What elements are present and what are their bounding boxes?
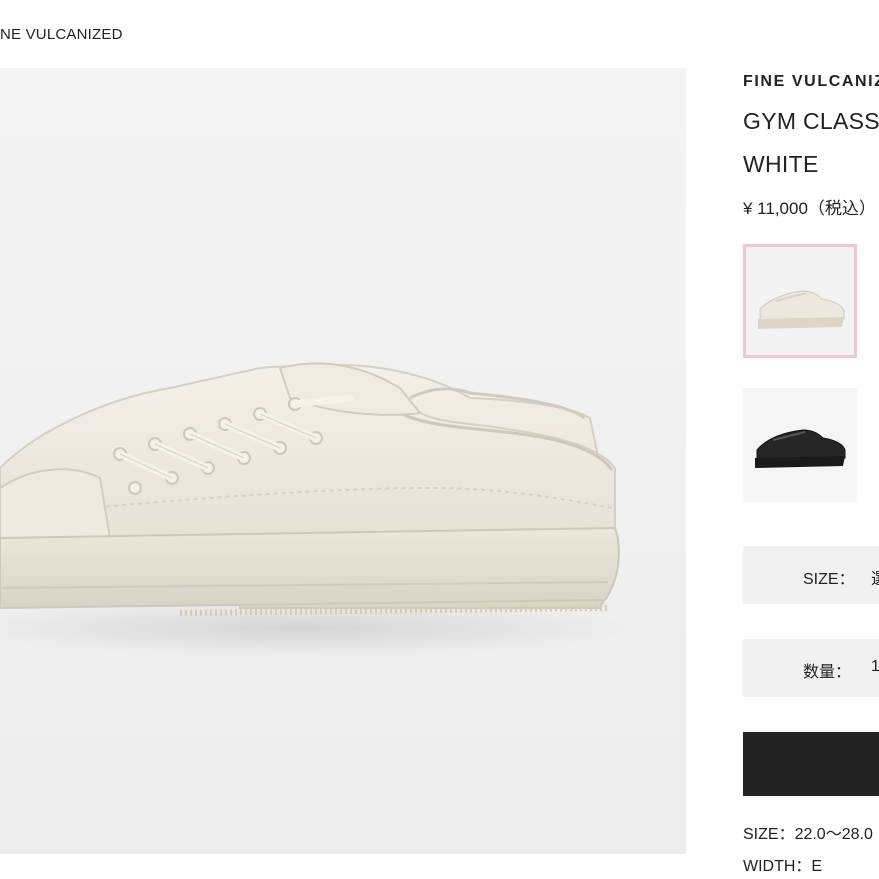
size-select[interactable]: SIZE： 選 — [743, 546, 879, 604]
width-spec: WIDTH：E — [743, 858, 823, 875]
product-color: WHITE — [743, 151, 819, 177]
sneaker-photo — [0, 362, 640, 656]
breadcrumb[interactable]: NE VULCANIZED — [0, 26, 123, 46]
add-to-cart-button[interactable] — [743, 732, 879, 796]
thumbnail-black[interactable] — [743, 388, 857, 502]
product-name: GYM CLASSIC — [743, 108, 879, 134]
product-info-panel: FINE VULCANIZ GYM CLASSIC WHITE ¥ 11,000… — [743, 0, 879, 879]
product-main-image[interactable] — [0, 68, 686, 854]
size-value: 選 — [871, 565, 879, 589]
size-range-spec: SIZE：22.0〜28.0 — [743, 826, 873, 843]
quantity-label: 数量： — [803, 664, 852, 681]
product-price: ¥ 11,000（税込） — [743, 199, 876, 218]
size-label: SIZE： — [803, 571, 855, 588]
quantity-value: 1 — [871, 658, 879, 675]
black-sneaker-thumbnail-image — [743, 388, 857, 502]
thumbnail-white[interactable] — [743, 244, 857, 358]
quantity-select[interactable]: 数量： 1 — [743, 639, 879, 697]
white-sneaker-thumbnail-image — [746, 247, 854, 355]
brand-name[interactable]: FINE VULCANIZ — [743, 73, 879, 91]
